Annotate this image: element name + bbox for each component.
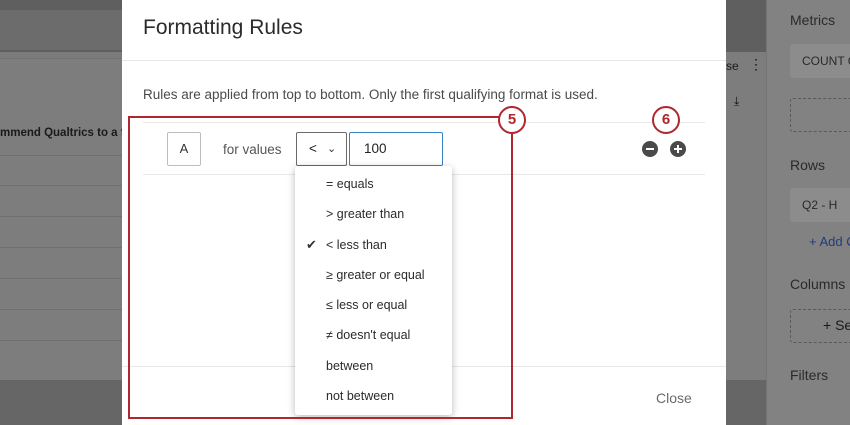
add-rule-icon[interactable] [670,141,686,157]
callout-badge-6: 6 [652,106,680,134]
table-grid [0,58,122,380]
modal-title: Formatting Rules [143,16,303,39]
modal-header: Formatting Rules [122,0,726,61]
metric-drop-zone [790,98,850,132]
add-row-link: + Add C [809,234,850,249]
report-table-area: mmend Qualtrics to a fr [0,0,129,425]
modal-description: Rules are applied from top to bottom. On… [143,87,598,102]
header-fragment-text: se [726,59,739,73]
download-icon: ⤓ [734,94,740,108]
remove-rule-icon[interactable] [642,141,658,157]
metrics-label: Metrics [790,12,836,28]
table-row-text: mmend Qualtrics to a fr [0,127,130,139]
filters-label: Filters [790,367,829,383]
callout-highlight-box [128,116,513,419]
table-header-tools: se ⋮ ⤓ [726,0,766,425]
columns-label: Columns [790,276,846,292]
settings-sidebar: Metrics COUNT Co Rows Q2 - H + Add C Col… [766,0,850,425]
add-column-button: + Se [823,317,850,333]
metric-chip: COUNT Co [790,44,850,78]
row-chip: Q2 - H [790,188,850,222]
rows-label: Rows [790,157,826,173]
callout-badge-5: 5 [498,106,526,134]
close-button[interactable]: Close [656,390,692,406]
kebab-menu-icon: ⋮ [749,56,763,72]
